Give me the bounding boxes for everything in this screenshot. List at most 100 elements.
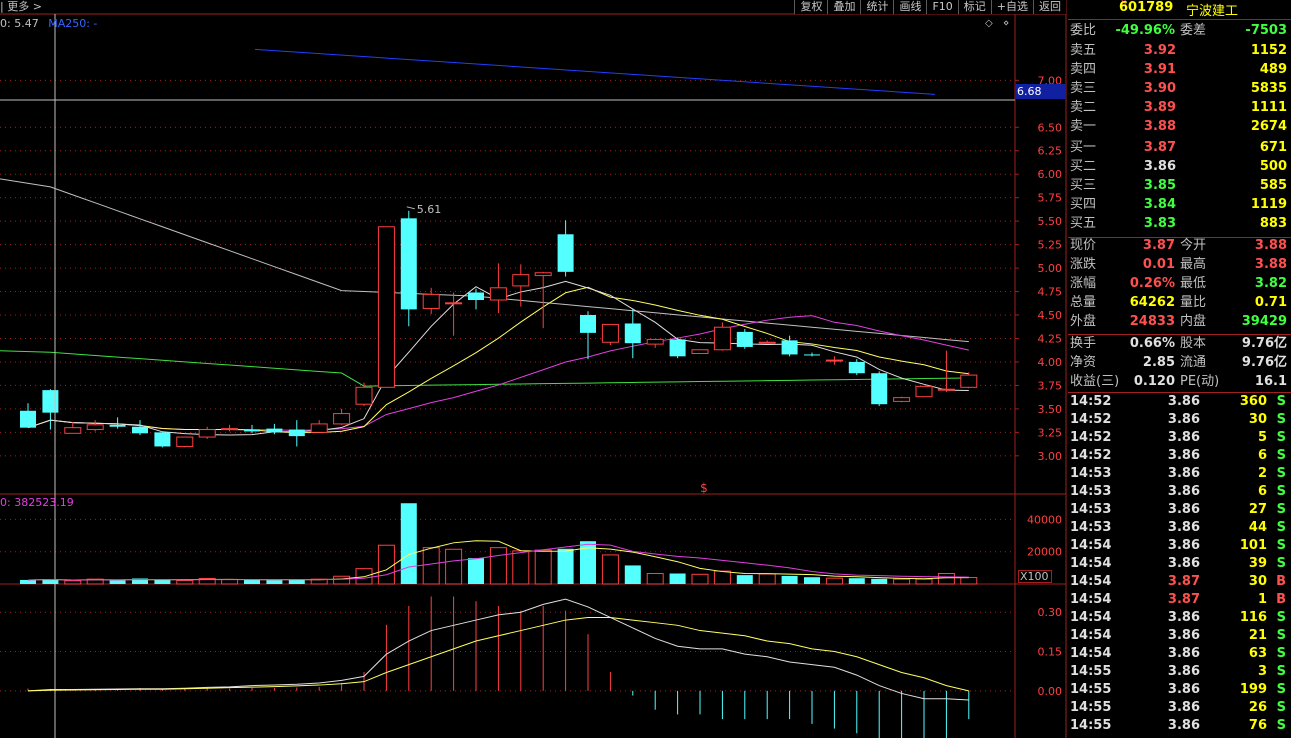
ask-row[interactable]: 卖一 3.88 2674 (1068, 117, 1291, 136)
volume-bar-down (804, 577, 820, 584)
kline-chart-area[interactable]: 7.006.506.256.005.755.505.255.004.754.50… (0, 0, 1068, 738)
volume-bar-down (154, 579, 171, 584)
ask-label: 卖三 (1070, 81, 1097, 96)
candle-down (132, 426, 148, 434)
tick-row[interactable]: 14:52 3.86 5 S (1068, 429, 1291, 447)
volume-bar-up (64, 580, 82, 585)
weicha-label: 委差 (1180, 23, 1207, 38)
toolbar-button[interactable]: 标记 (957, 0, 991, 14)
candle-down (468, 292, 484, 300)
quote-label: 外盘 (1070, 314, 1097, 329)
price-axis-label: 4.50 (1038, 309, 1063, 322)
tick-price: 3.86 (1167, 556, 1200, 571)
tick-row[interactable]: 14:54 3.86 39 S (1068, 555, 1291, 573)
toolbar-button[interactable]: 返回 (1033, 0, 1066, 14)
price-axis-label: 6.25 (1038, 145, 1063, 158)
price-axis-label: 5.75 (1038, 192, 1063, 205)
candle-up (601, 323, 619, 343)
settings-icon[interactable]: ⋄ (1003, 18, 1009, 29)
candle-up (333, 413, 351, 425)
diamond-icon[interactable]: ◇ (985, 18, 993, 29)
volume-bar-down (109, 580, 126, 584)
high-annotation: 5.61 (417, 203, 442, 216)
price-axis-label: 3.75 (1038, 379, 1063, 392)
more-menu[interactable]: | 更多 > (0, 0, 42, 14)
volume-bar-down (736, 575, 753, 584)
tick-price: 3.86 (1167, 466, 1200, 481)
toolbar-button[interactable]: +自选 (990, 0, 1033, 14)
volume-bar-up (825, 577, 843, 585)
tick-time: 14:54 (1070, 592, 1112, 607)
bid-row[interactable]: 买五 3.83 883 (1068, 214, 1291, 233)
tick-side: S (1276, 610, 1286, 625)
tick-row[interactable]: 14:54 3.86 63 S (1068, 645, 1291, 663)
toolbar-button[interactable]: 画线 (893, 0, 927, 14)
volume-bar-up (512, 550, 530, 585)
ask-label: 卖二 (1070, 100, 1097, 115)
toolbar-button[interactable]: 复权 (794, 0, 828, 14)
tick-row[interactable]: 14:53 3.86 6 S (1068, 483, 1291, 501)
ask-label: 卖四 (1070, 62, 1097, 77)
tick-row[interactable]: 14:54 3.86 21 S (1068, 627, 1291, 645)
tick-row[interactable]: 14:52 3.86 6 S (1068, 447, 1291, 465)
candle-up (646, 338, 664, 345)
ask-row[interactable]: 卖二 3.89 1111 (1068, 98, 1291, 117)
bid-qty: 585 (1259, 178, 1287, 193)
tick-volume: 30 (1248, 412, 1267, 427)
tick-row[interactable]: 14:55 3.86 76 S (1068, 717, 1291, 735)
ma60-line (0, 178, 969, 343)
bid-row[interactable]: 买二 3.86 500 (1068, 157, 1291, 176)
stock-title: R 601789 宁波建工 (1068, 0, 1291, 19)
quote-label: 涨跌 (1070, 257, 1097, 272)
tick-row[interactable]: 14:53 3.86 2 S (1068, 465, 1291, 483)
weibi-row: 委比 -49.96% 委差 -7503 (1068, 21, 1291, 40)
ask-row[interactable]: 卖三 3.90 5835 (1068, 79, 1291, 98)
tick-row[interactable]: 14:55 3.86 199 S (1068, 681, 1291, 699)
bid-label: 买二 (1070, 159, 1097, 174)
quote-row: 外盘 24833 内盘 39429 (1068, 312, 1291, 331)
ask-row[interactable]: 卖五 3.92 1152 (1068, 41, 1291, 60)
volume-bar-up (445, 548, 463, 585)
bid-qty: 883 (1259, 216, 1287, 231)
tick-volume: 360 (1239, 394, 1267, 409)
candle-down (871, 373, 888, 405)
tick-volume: 3 (1257, 664, 1267, 679)
candle-up (758, 341, 776, 344)
toolbar-button[interactable]: 统计 (860, 0, 894, 14)
tick-row[interactable]: 14:54 3.86 101 S (1068, 537, 1291, 555)
candle-down (20, 410, 36, 428)
toolbar-button[interactable]: 叠加 (827, 0, 861, 14)
tick-row[interactable]: 14:55 3.86 3 S (1068, 663, 1291, 681)
candle-up (377, 226, 395, 388)
ask-price: 3.89 (1143, 100, 1176, 115)
tick-row[interactable]: 14:55 3.86 26 S (1068, 699, 1291, 717)
bid-row[interactable]: 买一 3.87 671 (1068, 138, 1291, 157)
ask-qty: 5835 (1250, 81, 1287, 96)
ask-row[interactable]: 卖四 3.91 489 (1068, 60, 1291, 79)
chart-toolbar: 复权 叠加 统计 画线 F10 标记 +自选 返回 (794, 0, 1066, 14)
tick-price: 3.86 (1167, 394, 1200, 409)
fund-value: 9.76亿 (1241, 336, 1287, 351)
tick-volume: 199 (1239, 682, 1267, 697)
tick-row[interactable]: 14:52 3.86 360 S (1068, 393, 1291, 411)
tick-time: 14:53 (1070, 484, 1112, 499)
ask-price: 3.90 (1143, 81, 1176, 96)
tick-row[interactable]: 14:53 3.86 44 S (1068, 519, 1291, 537)
volume-bar-up (176, 579, 194, 585)
weibi-value: -49.96% (1115, 23, 1175, 38)
bid-row[interactable]: 买四 3.84 1119 (1068, 195, 1291, 214)
bid-row[interactable]: 买三 3.85 585 (1068, 176, 1291, 195)
tick-side: B (1276, 592, 1286, 607)
tick-row[interactable]: 14:54 3.87 30 B (1068, 573, 1291, 591)
tick-time: 14:54 (1070, 610, 1112, 625)
ma250-label: MA250: - (48, 17, 98, 30)
candle-down (580, 315, 596, 333)
tick-row[interactable]: 14:53 3.86 27 S (1068, 501, 1291, 519)
tick-row[interactable]: 14:52 3.86 30 S (1068, 411, 1291, 429)
tick-row[interactable]: 14:54 3.87 1 B (1068, 591, 1291, 609)
tick-row[interactable]: 14:54 3.86 116 S (1068, 609, 1291, 627)
volume-bar-up (489, 547, 507, 585)
tick-side: S (1276, 394, 1286, 409)
volume-bar-up (601, 554, 619, 585)
toolbar-button[interactable]: F10 (926, 0, 958, 14)
